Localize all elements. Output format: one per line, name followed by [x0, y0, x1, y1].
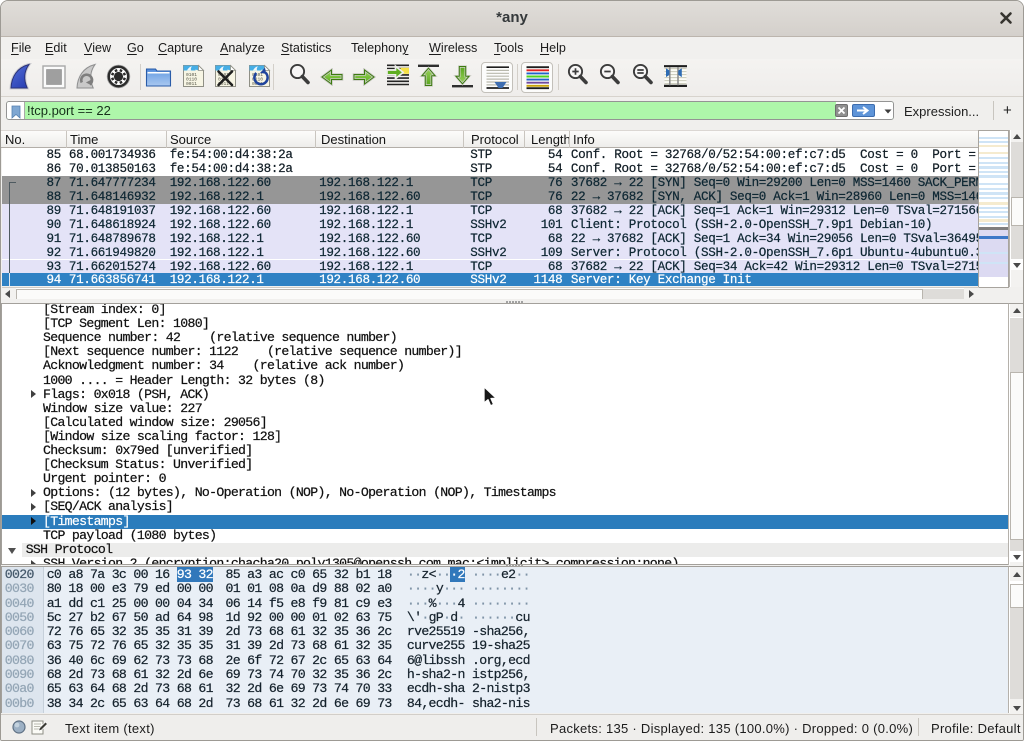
svg-text:0011: 0011 [186, 81, 197, 87]
